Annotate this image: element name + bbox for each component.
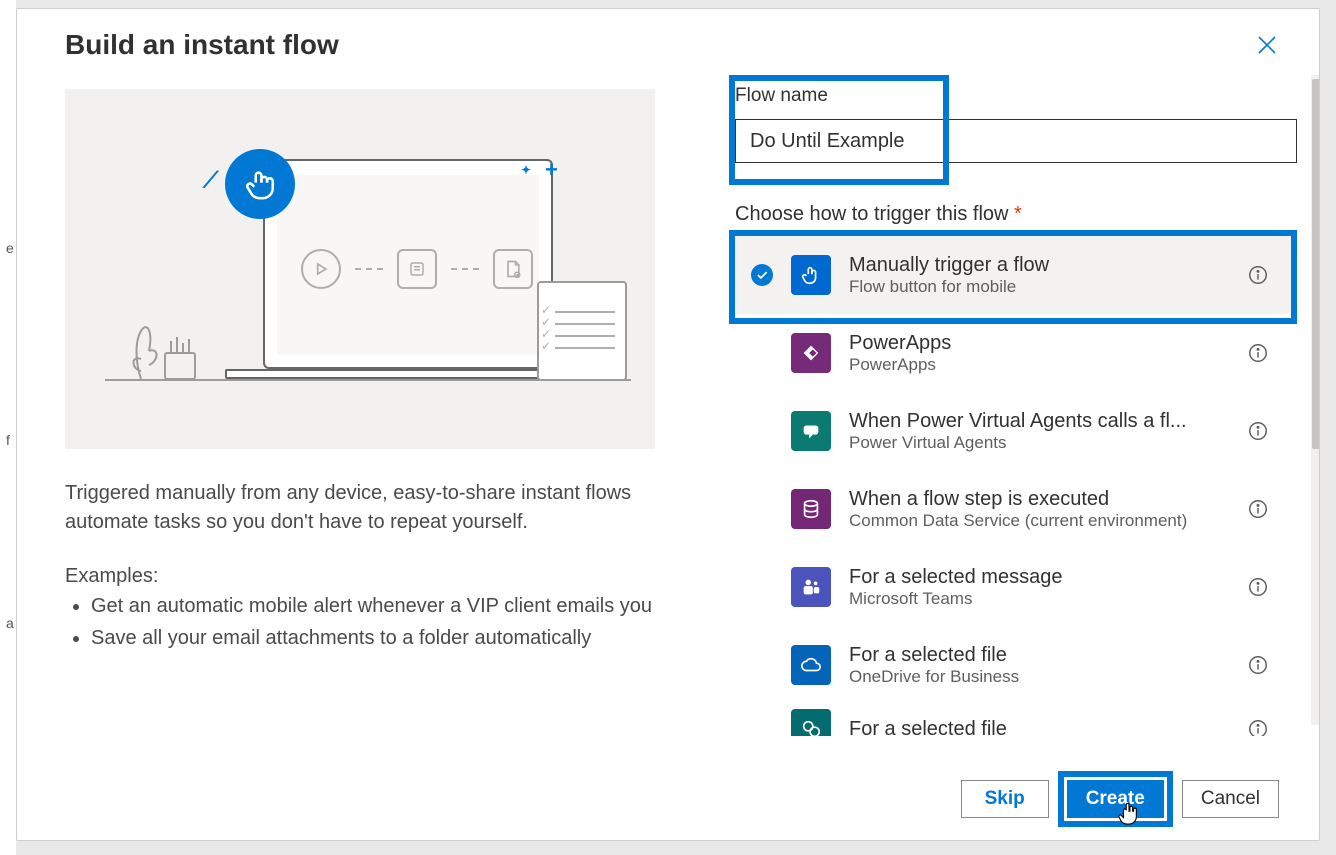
trigger-title: When a flow step is executed	[849, 488, 1229, 511]
modal-footer: Skip Create Cancel	[17, 758, 1319, 840]
examples-list: Get an automatic mobile alert whenever a…	[65, 592, 655, 657]
radio-icon[interactable]	[751, 264, 773, 286]
trigger-title: Manually trigger a flow	[849, 254, 1229, 277]
trigger-subtitle: Microsoft Teams	[849, 589, 1229, 609]
trigger-subtitle: Power Virtual Agents	[849, 433, 1229, 453]
description-text: Triggered manually from any device, easy…	[65, 479, 655, 537]
cloud-icon	[791, 645, 831, 685]
trigger-item-cds[interactable]: When a flow step is executed Common Data…	[735, 470, 1297, 548]
scrollbar[interactable]	[1311, 75, 1319, 725]
trigger-title: For a selected message	[849, 566, 1229, 589]
trigger-title: When Power Virtual Agents calls a fl...	[849, 410, 1229, 433]
illustration: ⟋ + ✦	[65, 89, 655, 449]
flow-name-label: Flow name	[735, 85, 1297, 107]
trigger-item-onedrive[interactable]: For a selected file OneDrive for Busines…	[735, 626, 1297, 704]
trigger-item-sharepoint[interactable]: For a selected file	[735, 704, 1297, 736]
cancel-button[interactable]: Cancel	[1182, 780, 1279, 818]
info-icon[interactable]	[1247, 498, 1269, 520]
trigger-subtitle: Common Data Service (current environment…	[849, 511, 1229, 531]
example-item: Save all your email attachments to a fol…	[91, 624, 655, 652]
touch-badge-icon	[225, 149, 295, 219]
trigger-list: Manually trigger a flow Flow button for …	[735, 236, 1297, 736]
scrollbar-thumb[interactable]	[1312, 79, 1319, 449]
trigger-title: For a selected file	[849, 644, 1229, 667]
info-icon[interactable]	[1247, 342, 1269, 364]
edge-slice: efa	[0, 0, 16, 855]
left-column: ⟋ + ✦ Triggered manually from any	[65, 71, 655, 758]
info-icon[interactable]	[1247, 654, 1269, 676]
trigger-item-pva[interactable]: When Power Virtual Agents calls a fl... …	[735, 392, 1297, 470]
trigger-item-powerapps[interactable]: PowerApps PowerApps	[735, 314, 1297, 392]
trigger-subtitle: PowerApps	[849, 355, 1229, 375]
virtual-agents-icon	[791, 411, 831, 451]
powerapps-icon	[791, 333, 831, 373]
info-icon[interactable]	[1247, 576, 1269, 598]
finger-tap-icon	[791, 255, 831, 295]
modal-header: Build an instant flow	[17, 9, 1319, 71]
example-item: Get an automatic mobile alert whenever a…	[91, 592, 655, 620]
right-column: Flow name Choose how to trigger this flo…	[735, 85, 1297, 758]
trigger-title: For a selected file	[849, 718, 1229, 737]
close-icon[interactable]	[1255, 33, 1279, 57]
data-service-icon	[791, 489, 831, 529]
create-button[interactable]: Create	[1067, 780, 1164, 818]
trigger-label: Choose how to trigger this flow *	[735, 203, 1297, 226]
trigger-item-teams[interactable]: For a selected message Microsoft Teams	[735, 548, 1297, 626]
trigger-item-manual[interactable]: Manually trigger a flow Flow button for …	[735, 236, 1297, 314]
modal-body: ⟋ + ✦ Triggered manually from any	[17, 71, 1319, 758]
teams-icon	[791, 567, 831, 607]
modal-title: Build an instant flow	[65, 29, 339, 61]
skip-button[interactable]: Skip	[961, 780, 1049, 818]
sharepoint-icon	[791, 709, 831, 736]
info-icon[interactable]	[1247, 420, 1269, 442]
flow-name-input[interactable]	[735, 119, 1297, 163]
trigger-subtitle: OneDrive for Business	[849, 667, 1229, 687]
examples-label: Examples:	[65, 565, 655, 588]
trigger-subtitle: Flow button for mobile	[849, 277, 1229, 297]
info-icon[interactable]	[1247, 264, 1269, 286]
build-instant-flow-modal: Build an instant flow ⟋ + ✦	[16, 8, 1320, 841]
trigger-title: PowerApps	[849, 332, 1229, 355]
info-icon[interactable]	[1247, 718, 1269, 736]
